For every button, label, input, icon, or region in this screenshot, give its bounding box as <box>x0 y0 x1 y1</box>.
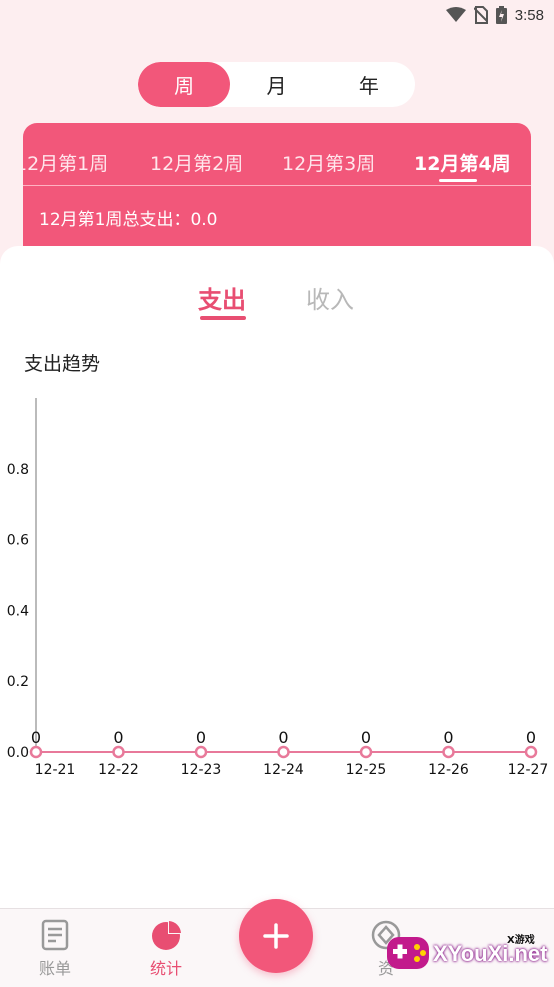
x-tick-label: 12-26 <box>428 762 469 778</box>
data-point <box>442 745 455 759</box>
data-label: 0 <box>361 728 371 747</box>
data-point <box>29 745 43 759</box>
plus-icon <box>263 923 289 949</box>
x-tick-label: 12-25 <box>346 762 387 778</box>
watermark-small-text: X游戏 <box>507 935 535 946</box>
add-record-button[interactable] <box>239 899 313 973</box>
y-tick-label: 0.6 <box>7 533 29 549</box>
data-label: 0 <box>31 728 41 747</box>
x-tick-label: 12-22 <box>98 762 139 778</box>
gamepad-logo-icon <box>387 937 429 969</box>
nav-item-bill[interactable]: 账单 <box>20 919 90 979</box>
y-tick-label: 0.8 <box>7 462 29 478</box>
pie-chart-icon <box>152 921 181 950</box>
data-label: 0 <box>196 728 206 747</box>
x-tick-label: 12-27 <box>508 762 549 778</box>
expense-trend-chart: 0.0 0.2 0.4 0.6 0.8 0 12-21 0 12-22 0 12-23 0 12-24 0… <box>7 398 549 778</box>
x-tick-label: 12-21 <box>35 762 76 778</box>
data-point <box>194 745 208 759</box>
site-watermark: XYouXi.net X游戏 <box>383 925 549 980</box>
nav-label-bill: 账单 <box>38 959 71 978</box>
data-label: 0 <box>278 728 288 747</box>
y-tick-label: 0.0 <box>7 745 29 761</box>
x-tick-label: 12-23 <box>181 762 222 778</box>
data-point <box>277 745 290 759</box>
nav-item-stats[interactable]: 统计 <box>131 919 201 979</box>
nav-label-stats: 统计 <box>149 959 182 978</box>
data-point <box>359 745 373 759</box>
y-tick-label: 0.4 <box>7 603 29 619</box>
x-tick-label: 12-24 <box>263 762 304 778</box>
data-label: 0 <box>443 728 453 747</box>
y-tick-label: 0.2 <box>7 674 29 690</box>
data-point <box>524 745 538 759</box>
data-point <box>112 745 125 759</box>
bill-icon <box>41 919 69 951</box>
data-label: 0 <box>526 728 536 747</box>
data-label: 0 <box>113 728 123 747</box>
